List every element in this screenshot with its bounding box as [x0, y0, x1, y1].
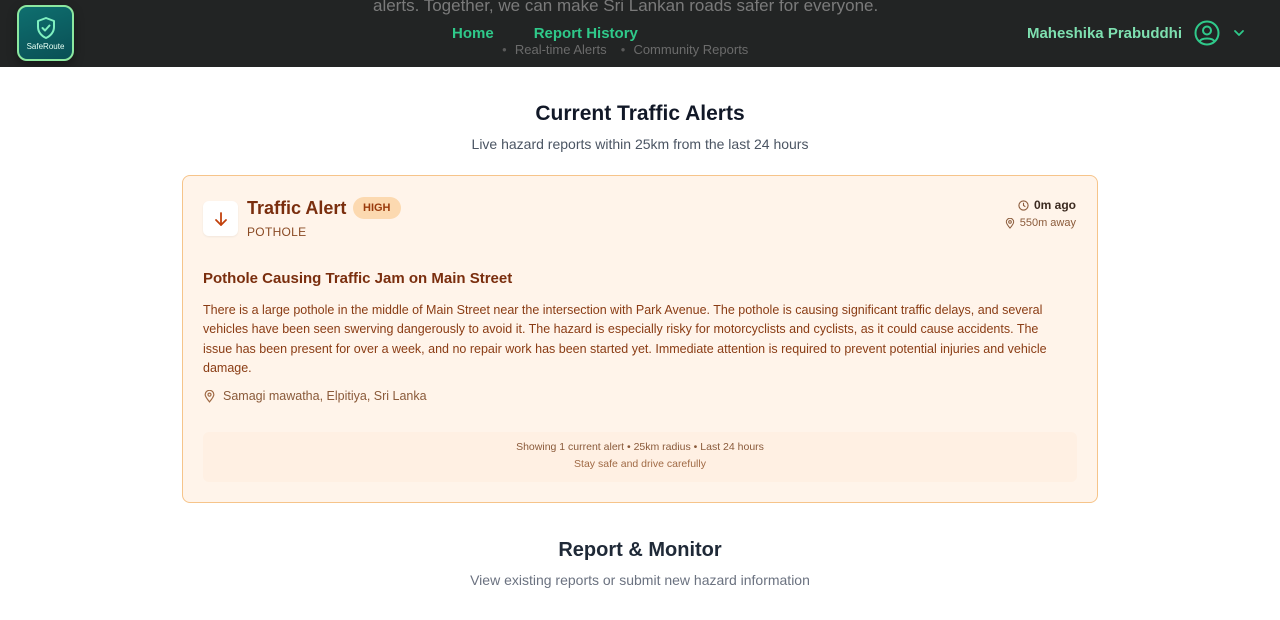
- alert-distance: 550m away: [1005, 217, 1076, 229]
- alert-title: Traffic Alert: [247, 198, 347, 218]
- alert-icon-box: [203, 201, 238, 236]
- bullet-community-reports: Community Reports: [621, 42, 748, 57]
- map-pin-icon: [204, 389, 215, 403]
- hero-background-bullets: Real-time Alerts Community Reports: [502, 42, 748, 57]
- monitor-section-title: Report & Monitor: [558, 539, 722, 561]
- traffic-alert-card[interactable]: Traffic Alert HIGH POTHOLE 0m ago 550m a…: [182, 175, 1098, 503]
- user-menu[interactable]: Maheshika Prabuddhi: [1027, 20, 1246, 46]
- nav-report-history[interactable]: Report History: [534, 25, 638, 42]
- monitor-section-subtitle: View existing reports or submit new haza…: [470, 572, 810, 588]
- bullet-realtime-alerts: Real-time Alerts: [502, 42, 607, 57]
- alert-time: 0m ago: [1018, 198, 1076, 212]
- alert-time-text: 0m ago: [1033, 198, 1076, 212]
- report-location: Samagi mawatha, Elpitiya, Sri Lanka: [204, 389, 427, 403]
- alert-summary-text: Showing 1 current alert • 25km radius • …: [516, 441, 764, 453]
- alert-distance-text: 550m away: [1019, 217, 1076, 229]
- user-name: Maheshika Prabuddhi: [1026, 24, 1182, 42]
- alerts-section-title: Current Traffic Alerts: [535, 102, 745, 125]
- report-title: Pothole Causing Traffic Jam on Main Stre…: [203, 270, 513, 287]
- saferoute-logo[interactable]: SafeRoute: [17, 5, 74, 61]
- chevron-down-icon[interactable]: [1232, 26, 1246, 40]
- main-nav: Home Report History: [452, 25, 638, 42]
- top-navbar: alerts. Together, we can make Sri Lankan…: [0, 0, 1280, 67]
- report-description: There is a large pothole in the middle o…: [203, 303, 1047, 375]
- alert-type: POTHOLE: [247, 225, 307, 239]
- nav-home[interactable]: Home: [452, 25, 494, 42]
- alert-summary-footer: Showing 1 current alert • 25km radius • …: [203, 432, 1077, 482]
- alerts-section-subtitle: Live hazard reports within 25km from the…: [471, 136, 809, 152]
- map-pin-icon: [1005, 217, 1014, 229]
- logo-text: SafeRoute: [26, 41, 65, 51]
- arrow-down-icon: [214, 211, 227, 226]
- severity-badge: HIGH: [353, 197, 401, 219]
- shield-check-icon: [36, 16, 55, 39]
- clock-icon: [1018, 199, 1029, 211]
- hero-background-text: alerts. Together, we can make Sri Lankan…: [373, 0, 879, 15]
- safety-note: Stay safe and drive carefully: [574, 458, 706, 470]
- user-avatar-icon[interactable]: [1194, 20, 1220, 46]
- report-location-text: Samagi mawatha, Elpitiya, Sri Lanka: [223, 389, 427, 403]
